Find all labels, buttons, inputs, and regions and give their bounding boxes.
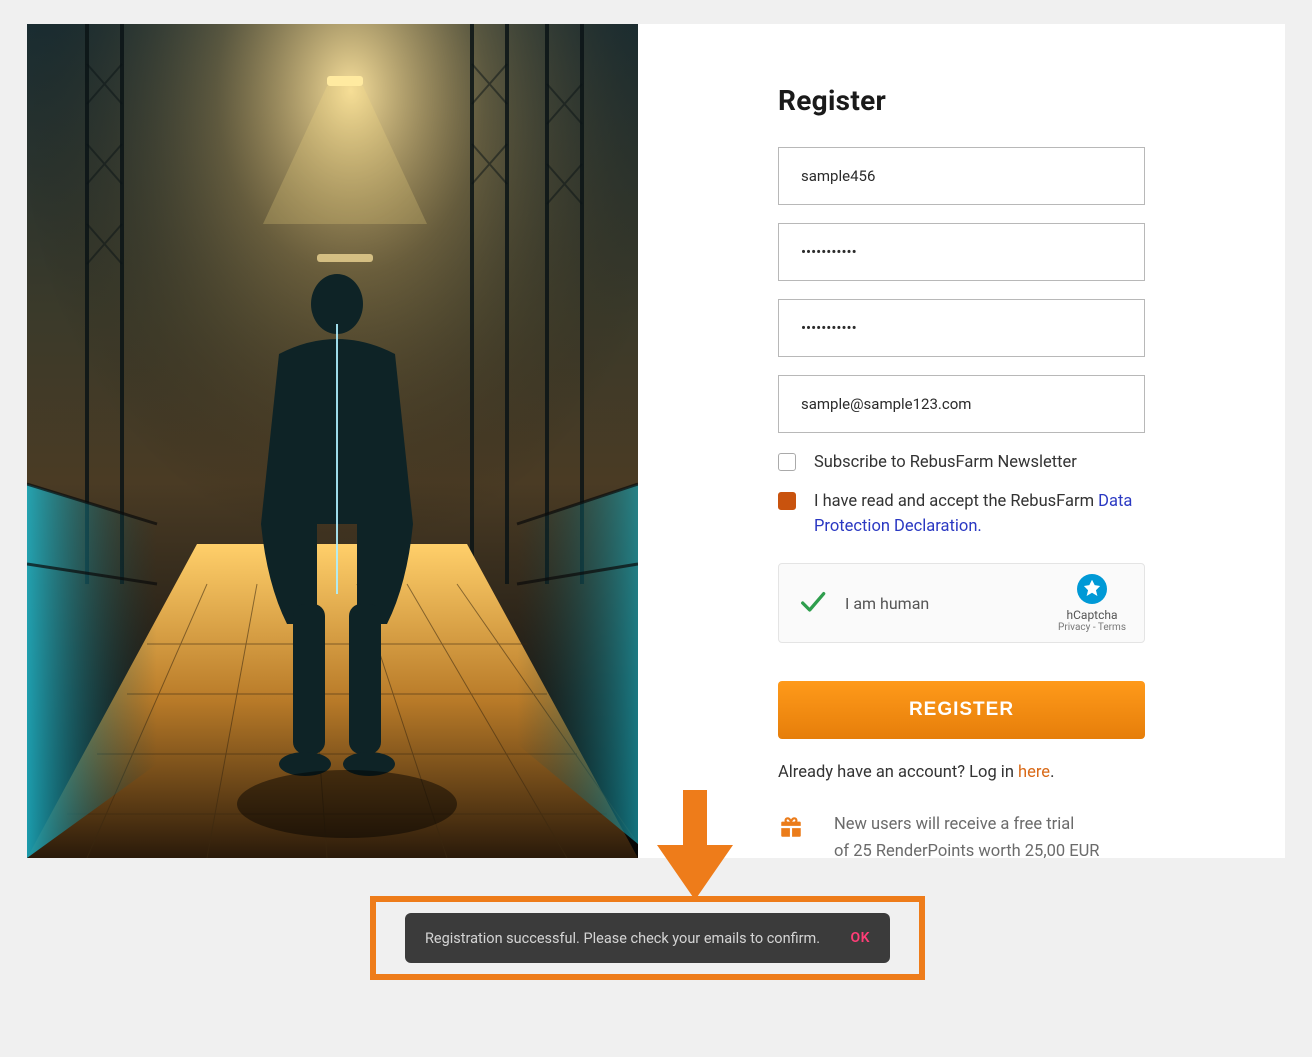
newsletter-label: Subscribe to RebusFarm Newsletter — [814, 451, 1145, 476]
captcha-check-icon — [797, 588, 827, 618]
newsletter-row: Subscribe to RebusFarm Newsletter — [778, 451, 1145, 476]
toast-message: Registration successful. Please check yo… — [425, 930, 820, 947]
trial-line-2: of 25 RenderPoints worth 25,00 EUR — [834, 839, 1099, 865]
hcaptcha-widget[interactable]: I am human hCaptcha Privacy - Terms — [778, 563, 1145, 643]
login-suffix: . — [1050, 763, 1054, 782]
password-confirm-field[interactable] — [778, 299, 1145, 357]
terms-prefix: I have read and accept the RebusFarm — [814, 492, 1098, 511]
arrow-down-icon — [655, 790, 735, 900]
password-field[interactable] — [778, 223, 1145, 281]
terms-checkbox[interactable] — [778, 492, 796, 510]
trial-line-1: New users will receive a free trial — [834, 812, 1099, 838]
email-field[interactable] — [778, 375, 1145, 433]
register-card: Register Subscribe to RebusFarm Newslett… — [27, 24, 1285, 858]
toast-ok-button[interactable]: OK — [850, 930, 870, 946]
captcha-brand-name: hCaptcha — [1058, 608, 1126, 622]
success-toast: Registration successful. Please check yo… — [405, 913, 890, 963]
newsletter-checkbox[interactable] — [778, 453, 796, 471]
register-button[interactable]: REGISTER — [778, 681, 1145, 739]
login-here-link[interactable]: here — [1018, 763, 1050, 782]
toast-highlight-frame: Registration successful. Please check yo… — [370, 896, 925, 980]
terms-label: I have read and accept the RebusFarm Dat… — [814, 490, 1145, 540]
trial-row: New users will receive a free trial of 2… — [778, 812, 1145, 865]
username-field[interactable] — [778, 147, 1145, 205]
register-form: Register Subscribe to RebusFarm Newslett… — [638, 24, 1285, 858]
captcha-brand: hCaptcha Privacy - Terms — [1058, 574, 1126, 633]
page-title: Register — [778, 84, 1145, 117]
trial-text: New users will receive a free trial of 2… — [834, 812, 1099, 865]
terms-row: I have read and accept the RebusFarm Dat… — [778, 490, 1145, 540]
gift-icon — [778, 814, 804, 840]
captcha-brand-links[interactable]: Privacy - Terms — [1058, 622, 1126, 633]
login-prefix: Already have an account? Log in — [778, 763, 1018, 782]
hcaptcha-logo-icon — [1077, 574, 1107, 604]
captcha-label: I am human — [845, 594, 1058, 613]
hero-image — [27, 24, 638, 858]
login-line: Already have an account? Log in here. — [778, 763, 1145, 782]
